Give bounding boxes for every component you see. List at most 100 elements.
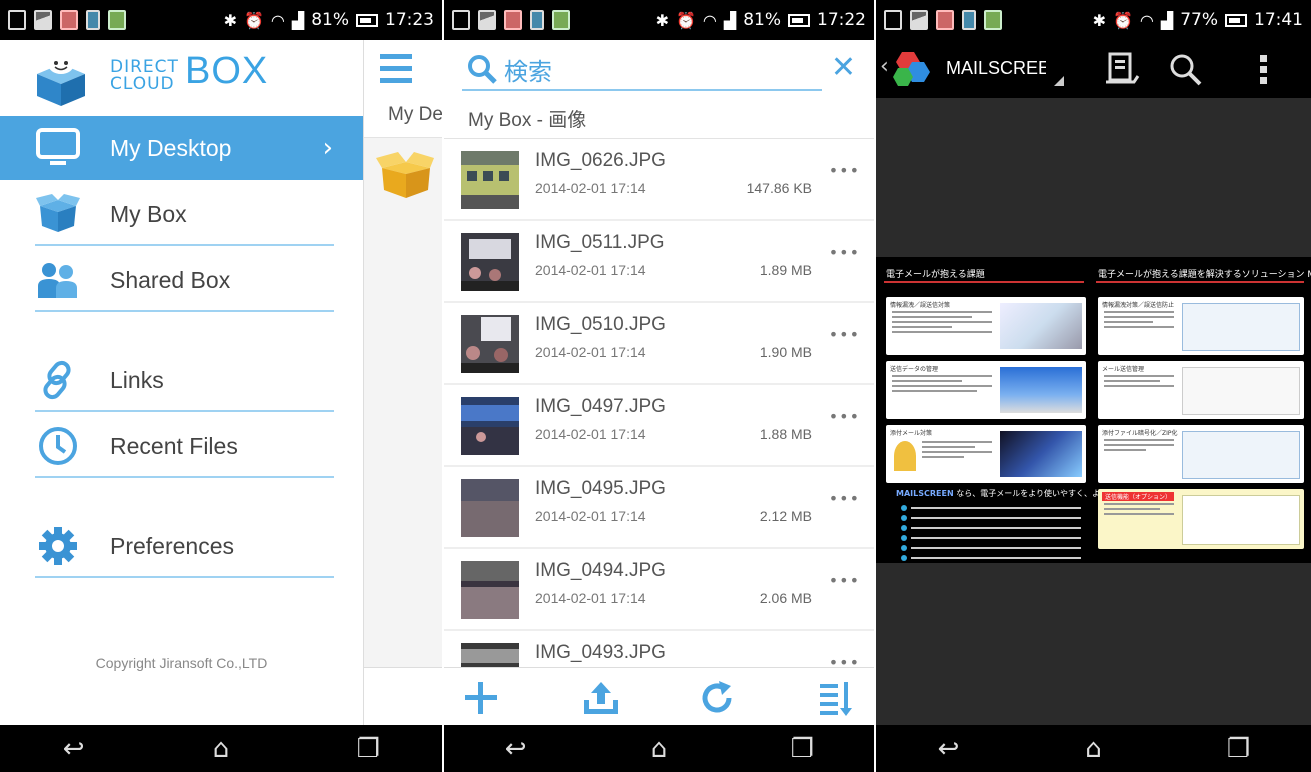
thumbnail-image <box>461 643 519 667</box>
doc-card: 情報漏洩対策／誤送信防止 <box>1098 297 1304 355</box>
peek-header <box>364 40 442 98</box>
thumbnail-image <box>461 151 519 209</box>
notification-icon <box>884 10 902 30</box>
search-bar[interactable]: 検索 ✕ <box>444 40 874 98</box>
file-name: IMG_0510.JPG <box>535 314 666 335</box>
battery-percent: 81% <box>311 10 349 30</box>
app-notification-icon <box>504 10 522 30</box>
more-options-icon[interactable]: ••• <box>829 571 860 590</box>
list-item[interactable]: IMG_0511.JPG 2014-02-01 17:14 1.89 MB ••… <box>444 221 874 301</box>
recents-icon[interactable]: ❐ <box>772 734 832 764</box>
doc-card: 添付メール対策 <box>886 425 1086 483</box>
list-item[interactable]: IMG_0493.JPG ••• <box>444 631 874 667</box>
file-size: 1.89 MB <box>759 262 812 278</box>
back-chevron-icon[interactable]: ‹ <box>880 54 889 79</box>
menu-item-recent-files[interactable]: Recent Files <box>0 414 363 478</box>
wifi-icon: ◠ <box>270 10 285 30</box>
more-options-icon[interactable]: ••• <box>829 325 860 344</box>
sort-icon[interactable] <box>816 678 856 718</box>
logo-text-box: BOX <box>185 50 269 92</box>
list-item[interactable]: IMG_0497.JPG 2014-02-01 17:14 1.88 MB ••… <box>444 385 874 465</box>
doc-diagram <box>1182 367 1300 415</box>
divider <box>35 476 334 478</box>
list-item[interactable]: IMG_0626.JPG 2014-02-01 17:14 147.86 KB … <box>444 139 874 219</box>
menu-item-shared-box[interactable]: Shared Box <box>0 248 363 312</box>
document-icon[interactable] <box>1104 52 1140 88</box>
file-name: IMG_0495.JPG <box>535 478 666 499</box>
list-item[interactable]: IMG_0495.JPG 2014-02-01 17:14 2.12 MB ••… <box>444 467 874 547</box>
more-options-icon[interactable]: ••• <box>829 407 860 426</box>
clock-time: 17:23 <box>385 10 434 30</box>
signal-icon: ▟ <box>1160 10 1174 30</box>
system-nav-bar: ↩ ⌂ ❐ <box>876 725 1311 772</box>
app-logo-icon[interactable] <box>892 50 930 88</box>
doc-card-title: 添付ファイル暗号化／ZIP化 <box>1102 430 1178 437</box>
navigation-drawer: DIRECT CLOUD BOX My Desktop › My Box Sha… <box>0 40 363 725</box>
menu-item-my-box[interactable]: My Box <box>0 182 363 246</box>
more-options-icon[interactable]: ••• <box>829 489 860 508</box>
refresh-icon[interactable] <box>697 678 737 718</box>
thumbnail-image <box>461 561 519 619</box>
wifi-icon: ◠ <box>702 10 717 30</box>
back-icon[interactable]: ↩ <box>919 734 979 764</box>
file-date: 2014-02-01 17:14 <box>535 180 646 196</box>
list-item[interactable]: IMG_0510.JPG 2014-02-01 17:14 1.90 MB ••… <box>444 303 874 383</box>
phone-screen-document-viewer: ✱ ⏰ ◠ ▟ 77% 17:41 ‹ MAILSCREE 電子メールが抱える課… <box>876 0 1311 772</box>
folder-box-icon[interactable] <box>376 150 434 200</box>
menu-item-my-desktop[interactable]: My Desktop › <box>0 116 363 180</box>
back-icon[interactable]: ↩ <box>44 734 104 764</box>
doc-card: 添付ファイル暗号化／ZIP化 <box>1098 425 1304 483</box>
home-icon[interactable]: ⌂ <box>629 734 689 764</box>
dropdown-indicator-icon[interactable] <box>1054 76 1064 86</box>
recents-icon[interactable]: ❐ <box>338 734 398 764</box>
home-icon[interactable]: ⌂ <box>191 734 251 764</box>
battery-icon <box>1225 13 1247 27</box>
back-icon[interactable]: ↩ <box>486 734 546 764</box>
notification-icon <box>8 10 26 30</box>
more-options-icon[interactable]: ••• <box>829 653 860 667</box>
system-nav-bar: ↩ ⌂ ❐ <box>0 725 442 772</box>
file-list[interactable]: IMG_0626.JPG 2014-02-01 17:14 147.86 KB … <box>444 139 874 667</box>
thumbnail-image <box>461 315 519 373</box>
search-input[interactable]: 検索 <box>504 52 552 87</box>
content-peek[interactable]: My De <box>363 40 442 725</box>
document-page[interactable]: 電子メールが抱える課題 電子メールが抱える課題を解決するソリューション MAIL… <box>876 257 1311 563</box>
search-icon[interactable] <box>1168 52 1204 88</box>
file-name: IMG_0494.JPG <box>535 560 666 581</box>
action-bar: ‹ MAILSCREE <box>876 40 1311 98</box>
file-size: 2.12 MB <box>759 508 812 524</box>
file-date: 2014-02-01 17:14 <box>535 426 646 442</box>
hamburger-menu-icon[interactable] <box>380 54 412 84</box>
more-options-icon[interactable]: ••• <box>829 243 860 262</box>
file-name: IMG_0511.JPG <box>535 232 665 253</box>
add-icon[interactable] <box>461 678 501 718</box>
list-item[interactable]: IMG_0494.JPG 2014-02-01 17:14 2.06 MB ••… <box>444 549 874 629</box>
doc-photo <box>1000 367 1082 413</box>
overflow-menu-icon[interactable] <box>1246 52 1282 88</box>
close-icon[interactable]: ✕ <box>831 50 856 85</box>
battery-icon <box>788 13 810 27</box>
alarm-icon: ⏰ <box>1113 10 1133 30</box>
thumbnail-image <box>461 233 519 291</box>
upload-icon[interactable] <box>581 678 621 718</box>
more-options-icon[interactable]: ••• <box>829 161 860 180</box>
doc-diagram <box>1182 303 1300 351</box>
bluetooth-icon: ✱ <box>655 10 669 30</box>
status-bar: ✱ ⏰ ◠ ▟ 77% 17:41 <box>876 0 1311 40</box>
doc-card-title: メール送信管理 <box>1102 366 1145 373</box>
peek-toolbar <box>364 667 442 725</box>
recents-icon[interactable]: ❐ <box>1209 734 1269 764</box>
breadcrumb: My De <box>364 98 442 138</box>
doc-left-title: 電子メールが抱える課題 <box>886 270 985 280</box>
menu-item-preferences[interactable]: Preferences <box>0 514 363 578</box>
doc-card-title: 情報漏洩／誤送信対策 <box>890 302 951 309</box>
home-icon[interactable]: ⌂ <box>1064 734 1124 764</box>
search-underline <box>462 89 822 91</box>
status-bar: ✱ ⏰ ◠ ▟ 81% 17:22 <box>444 0 874 40</box>
doc-photo <box>1000 431 1082 477</box>
system-nav-bar: ↩ ⌂ ❐ <box>444 725 874 772</box>
app-logo: DIRECT CLOUD BOX <box>0 40 363 116</box>
thumbnail-image <box>461 397 519 455</box>
menu-label: My Desktop <box>110 134 232 161</box>
menu-item-links[interactable]: Links <box>0 348 363 412</box>
